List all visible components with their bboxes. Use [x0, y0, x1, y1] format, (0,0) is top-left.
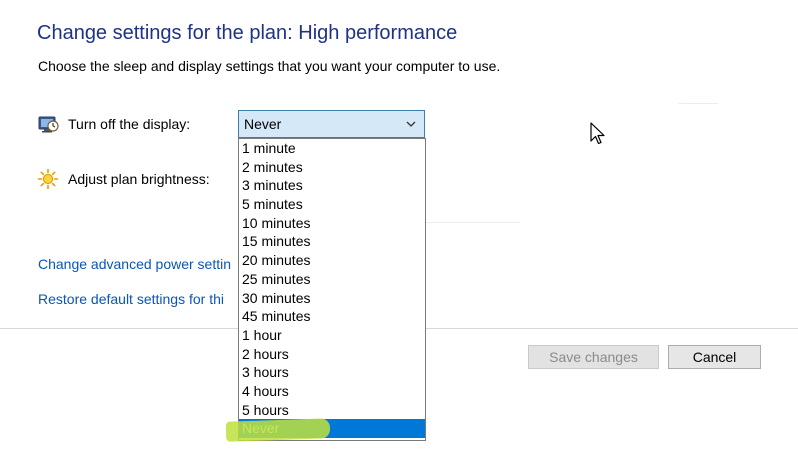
mouse-pointer-icon — [590, 122, 606, 146]
dropdown-option-5-hours[interactable]: 5 hours — [239, 401, 425, 420]
dropdown-option-2-minutes[interactable]: 2 minutes — [239, 158, 425, 177]
save-changes-button[interactable]: Save changes — [528, 345, 659, 369]
change-advanced-power-settings-link[interactable]: Change advanced power settin — [38, 256, 231, 272]
display-timeout-dropdown-list: 1 minute 2 minutes 3 minutes 5 minutes 1… — [238, 138, 426, 441]
dropdown-option-20-minutes[interactable]: 20 minutes — [239, 251, 425, 270]
sun-icon — [37, 168, 59, 190]
dropdown-option-never-label: Never — [242, 420, 280, 437]
brightness-setting-label: Adjust plan brightness: — [68, 171, 210, 187]
page-title: Change settings for the plan: High perfo… — [37, 22, 458, 44]
dropdown-option-1-hour[interactable]: 1 hour — [239, 326, 425, 345]
dropdown-option-5-minutes[interactable]: 5 minutes — [239, 195, 425, 214]
dropdown-option-25-minutes[interactable]: 25 minutes — [239, 270, 425, 289]
brightness-setting-row: Adjust plan brightness: — [37, 167, 210, 191]
restore-default-settings-link[interactable]: Restore default settings for thi — [38, 291, 224, 307]
dropdown-option-45-minutes[interactable]: 45 minutes — [239, 307, 425, 326]
dropdown-option-10-minutes[interactable]: 10 minutes — [239, 214, 425, 233]
display-setting-row: Turn off the display: — [37, 112, 190, 136]
dropdown-option-3-hours[interactable]: 3 hours — [239, 363, 425, 382]
display-timeout-value: Never — [244, 116, 282, 132]
cancel-button[interactable]: Cancel — [668, 345, 761, 369]
dropdown-option-never[interactable]: Never — [239, 419, 425, 438]
dropdown-option-30-minutes[interactable]: 30 minutes — [239, 289, 425, 308]
chevron-down-icon — [405, 117, 417, 129]
faint-artifact — [678, 103, 718, 104]
display-timeout-select[interactable]: Never — [238, 110, 425, 138]
page-subtitle: Choose the sleep and display settings th… — [38, 58, 501, 74]
dropdown-option-15-minutes[interactable]: 15 minutes — [239, 232, 425, 251]
monitor-clock-icon — [37, 113, 59, 135]
display-setting-label: Turn off the display: — [68, 116, 191, 132]
dropdown-option-4-hours[interactable]: 4 hours — [239, 382, 425, 401]
dropdown-option-2-hours[interactable]: 2 hours — [239, 345, 425, 364]
dropdown-option-1-minute[interactable]: 1 minute — [239, 139, 425, 158]
dropdown-option-3-minutes[interactable]: 3 minutes — [239, 176, 425, 195]
